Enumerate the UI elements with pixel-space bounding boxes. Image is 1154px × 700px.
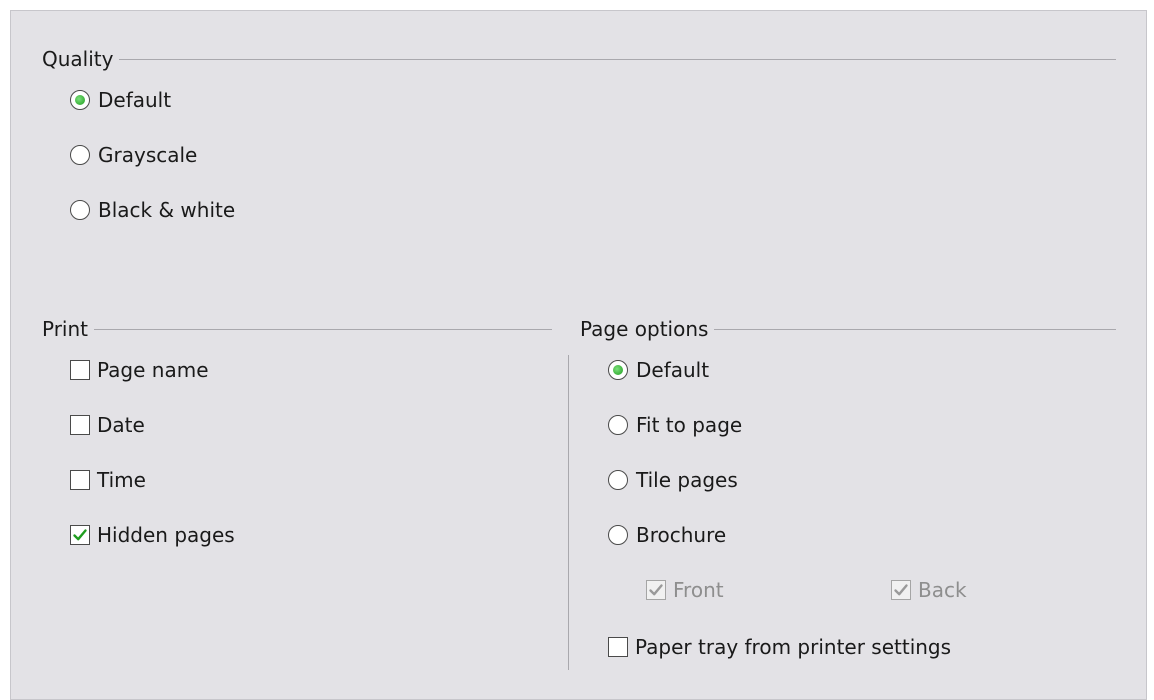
- quality-grayscale-label: Grayscale: [98, 143, 198, 167]
- page-options-title-label: Page options: [580, 317, 709, 341]
- print-time-label: Time: [97, 468, 146, 492]
- page-options-group-title: Page options: [580, 317, 1116, 341]
- group-vertical-separator: [568, 355, 569, 670]
- brochure-back-checkbox[interactable]: Back: [891, 576, 967, 604]
- page-options-tile-pages-label: Tile pages: [636, 468, 738, 492]
- print-date-checkbox[interactable]: Date: [70, 411, 145, 439]
- print-page-name-checkbox[interactable]: Page name: [70, 356, 209, 384]
- quality-default-radio[interactable]: Default: [70, 86, 171, 114]
- quality-grayscale-radio[interactable]: Grayscale: [70, 141, 197, 169]
- page-options-fit-to-page-label: Fit to page: [636, 413, 743, 437]
- quality-black-white-radio[interactable]: Black & white: [70, 196, 235, 224]
- radio-selected-icon: [608, 360, 628, 380]
- quality-black-white-label: Black & white: [98, 198, 236, 222]
- page-options-brochure-label: Brochure: [636, 523, 727, 547]
- quality-default-label: Default: [98, 88, 172, 112]
- quality-separator: [119, 58, 1116, 60]
- print-page-name-label: Page name: [97, 358, 209, 382]
- print-hidden-pages-checkbox[interactable]: Hidden pages: [70, 521, 235, 549]
- page-options-default-radio[interactable]: Default: [608, 356, 709, 384]
- print-hidden-pages-label: Hidden pages: [97, 523, 235, 547]
- brochure-front-checkbox[interactable]: Front: [646, 576, 724, 604]
- paper-tray-label: Paper tray from printer settings: [635, 635, 952, 659]
- print-title-label: Print: [42, 317, 89, 341]
- radio-unselected-icon: [608, 470, 628, 490]
- quality-title-label: Quality: [42, 47, 114, 71]
- radio-unselected-icon: [70, 145, 90, 165]
- checkbox-unchecked-icon: [608, 637, 628, 657]
- checkbox-checked-icon: [70, 525, 90, 545]
- radio-selected-icon: [70, 90, 90, 110]
- print-separator: [94, 328, 552, 330]
- paper-tray-checkbox[interactable]: Paper tray from printer settings: [608, 633, 951, 661]
- print-group-title: Print: [42, 317, 552, 341]
- checkbox-checked-disabled-icon: [646, 580, 666, 600]
- checkbox-unchecked-icon: [70, 470, 90, 490]
- page-options-separator: [714, 328, 1116, 330]
- page-options-fit-to-page-radio[interactable]: Fit to page: [608, 411, 742, 439]
- radio-unselected-icon: [608, 525, 628, 545]
- page-options-default-label: Default: [636, 358, 710, 382]
- print-options-panel: Quality Default Grayscale Black & white …: [10, 10, 1147, 700]
- radio-unselected-icon: [70, 200, 90, 220]
- checkbox-checked-disabled-icon: [891, 580, 911, 600]
- radio-unselected-icon: [608, 415, 628, 435]
- quality-group-title: Quality: [42, 47, 1116, 71]
- print-time-checkbox[interactable]: Time: [70, 466, 146, 494]
- page-options-tile-pages-radio[interactable]: Tile pages: [608, 466, 738, 494]
- page-options-brochure-radio[interactable]: Brochure: [608, 521, 726, 549]
- print-date-label: Date: [97, 413, 145, 437]
- checkbox-unchecked-icon: [70, 415, 90, 435]
- checkbox-unchecked-icon: [70, 360, 90, 380]
- brochure-back-label: Back: [918, 578, 967, 602]
- brochure-front-label: Front: [673, 578, 724, 602]
